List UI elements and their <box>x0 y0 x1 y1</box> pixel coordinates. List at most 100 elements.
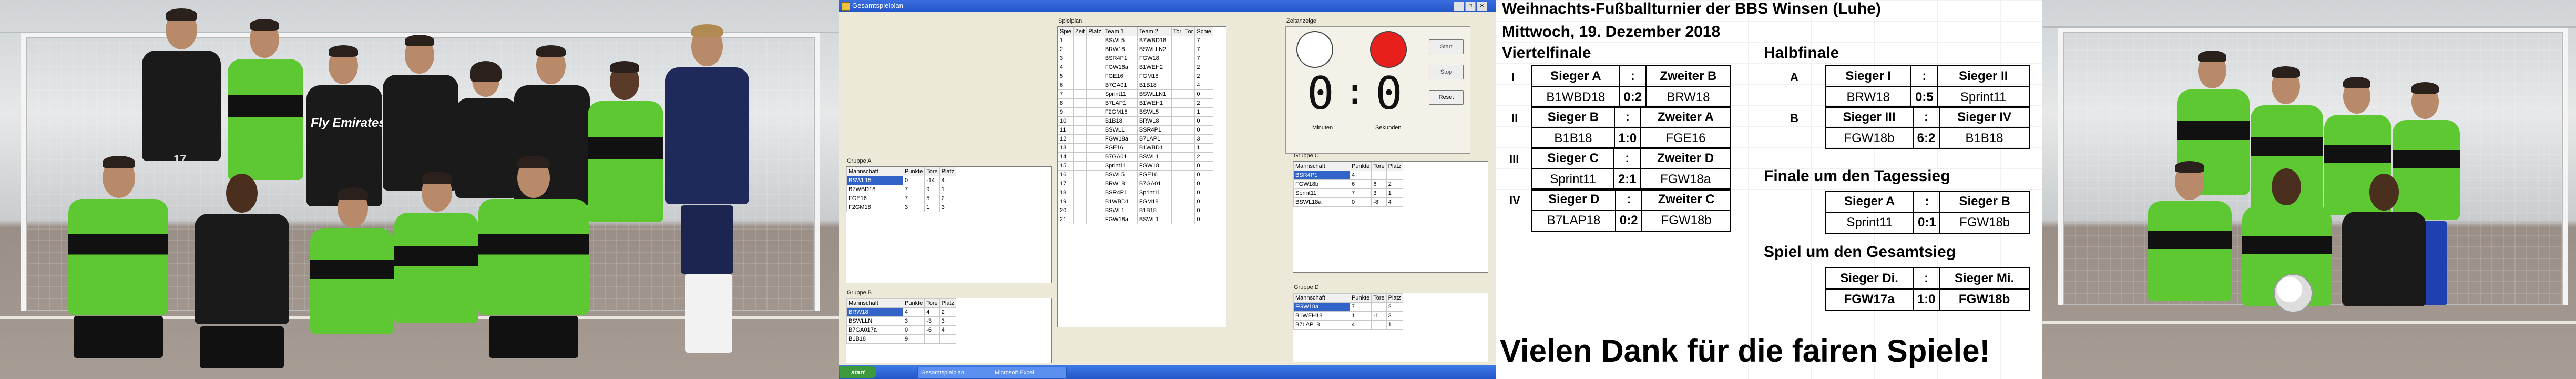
spielplan-cell[interactable] <box>1073 107 1087 117</box>
spielplan-row[interactable]: 17 BRW18 B7GA01 0 <box>1057 179 1213 188</box>
spielplan-cell[interactable] <box>1171 188 1184 197</box>
group-cell[interactable]: 3 <box>902 316 925 326</box>
group-cell[interactable]: 4 <box>939 176 957 185</box>
spielplan-cell[interactable]: BSR4P1 <box>1102 188 1138 197</box>
spielplan-cell[interactable]: 20 <box>1057 206 1074 215</box>
spielplan-cell[interactable] <box>1073 188 1087 197</box>
spielplan-cell[interactable]: BRW18 <box>1102 179 1138 188</box>
group-cell[interactable]: 5 <box>924 194 940 203</box>
spielplan-cell[interactable] <box>1073 161 1087 171</box>
group-row[interactable]: B1WEH18 1 -1 3 <box>1293 311 1404 321</box>
spielplan-cell[interactable] <box>1073 54 1087 63</box>
spielplan-cell[interactable]: B1WEH2 <box>1137 63 1172 72</box>
spielplan-cell[interactable] <box>1183 197 1195 206</box>
spielplan-cell[interactable]: BSWL1 <box>1102 125 1138 135</box>
spielplan-cell[interactable]: B1WEH1 <box>1137 98 1172 108</box>
spielplan-cell[interactable]: B7GA01 <box>1102 152 1138 162</box>
group-cell[interactable]: 2 <box>1386 179 1404 189</box>
spielplan-cell[interactable] <box>1183 98 1195 108</box>
group-col-header[interactable]: Punkte <box>902 298 925 308</box>
spielplan-cell[interactable]: 0 <box>1194 215 1213 224</box>
group-cell[interactable]: FGE16 <box>846 194 903 203</box>
group-row[interactable]: BSWL18a 0 -8 4 <box>1293 197 1404 207</box>
spielplan-cell[interactable]: FGW18a <box>1102 63 1138 72</box>
spielplan-cell[interactable]: 0 <box>1194 206 1213 215</box>
group-cell[interactable]: 0 <box>902 325 925 335</box>
stop-button[interactable]: Stop <box>1429 65 1464 79</box>
spielplan-cell[interactable]: 0 <box>1194 179 1213 188</box>
spielplan-cell[interactable] <box>1171 45 1184 54</box>
spielplan-cell[interactable] <box>1073 206 1087 215</box>
group-col-header[interactable]: Mannschaft <box>1293 162 1350 171</box>
spielplan-cell[interactable]: 4 <box>1057 63 1074 72</box>
group-cell[interactable]: BSWL15 <box>846 176 903 185</box>
reset-button[interactable]: Reset <box>1429 90 1464 105</box>
spielplan-cell[interactable]: B1WBD1 <box>1137 143 1172 153</box>
group-cell[interactable]: 7 <box>1349 302 1372 312</box>
spielplan-cell[interactable]: BRW18 <box>1137 116 1172 126</box>
group-cell[interactable]: 2 <box>1386 302 1404 312</box>
spielplan-cell[interactable]: 18 <box>1057 188 1074 197</box>
spielplan-cell[interactable]: FGE16 <box>1102 143 1138 153</box>
spielplan-cell[interactable] <box>1073 215 1087 224</box>
group-cell[interactable]: BSR4P1 <box>1293 171 1350 180</box>
group-row[interactable]: FGW18b 6 6 2 <box>1293 179 1404 189</box>
spielplan-cell[interactable] <box>1073 98 1087 108</box>
group-cell[interactable]: 1 <box>1349 311 1372 321</box>
col-header[interactable]: Platz <box>1086 27 1103 36</box>
spielplan-cell[interactable] <box>1073 36 1087 45</box>
spielplan-cell[interactable] <box>1171 134 1184 144</box>
group-row[interactable]: BSR4P1 4 <box>1293 171 1404 180</box>
spielplan-cell[interactable]: FGE16 <box>1102 72 1138 81</box>
spielplan-cell[interactable] <box>1183 72 1195 81</box>
spielplan-cell[interactable] <box>1073 116 1087 126</box>
spielplan-cell[interactable]: 12 <box>1057 134 1074 144</box>
spielplan-cell[interactable]: BSR4P1 <box>1137 125 1172 135</box>
spielplan-cell[interactable] <box>1086 72 1103 81</box>
spielplan-cell[interactable] <box>1171 72 1184 81</box>
spielplan-cell[interactable]: 16 <box>1057 170 1074 179</box>
spielplan-cell[interactable]: 1 <box>1057 36 1074 45</box>
spielplan-cell[interactable] <box>1171 206 1184 215</box>
group-cell[interactable]: 7 <box>1349 188 1372 198</box>
group-cell[interactable]: -1 <box>1371 311 1387 321</box>
group-col-header[interactable]: Platz <box>939 298 957 308</box>
spielplan-row[interactable]: 5 FGE16 FGM18 2 <box>1057 72 1213 81</box>
spielplan-cell[interactable]: 7 <box>1194 36 1213 45</box>
col-header[interactable]: Schie <box>1194 27 1213 36</box>
spielplan-cell[interactable]: 0 <box>1194 188 1213 197</box>
spielplan-cell[interactable]: F2GM18 <box>1102 107 1138 117</box>
spielplan-cell[interactable] <box>1171 54 1184 63</box>
spielplan-cell[interactable] <box>1073 143 1087 153</box>
group-cell[interactable]: 1 <box>1371 320 1387 330</box>
group-cell[interactable]: 0 <box>902 176 925 185</box>
group-col-header[interactable]: Tore <box>1371 162 1387 171</box>
group-cell[interactable]: 6 <box>1371 179 1387 189</box>
spielplan-cell[interactable] <box>1171 98 1184 108</box>
spielplan-row[interactable]: 15 Sprint11 FGW18 0 <box>1057 161 1213 171</box>
spielplan-cell[interactable]: B1WBD1 <box>1102 197 1138 206</box>
group-row[interactable]: F2GM18 3 1 3 <box>846 203 957 212</box>
spielplan-cell[interactable] <box>1183 54 1195 63</box>
spielplan-cell[interactable] <box>1171 125 1184 135</box>
spielplan-cell[interactable] <box>1183 125 1195 135</box>
group-row[interactable]: B7WBD18 7 9 1 <box>846 185 957 194</box>
spielplan-cell[interactable]: B1B18 <box>1102 116 1138 126</box>
spielplan-cell[interactable] <box>1073 72 1087 81</box>
spielplan-cell[interactable] <box>1183 134 1195 144</box>
group-cell[interactable]: 4 <box>939 325 957 335</box>
spielplan-cell[interactable]: 1 <box>1194 107 1213 117</box>
group-cell[interactable]: B1WEH18 <box>1293 311 1350 321</box>
group-cell[interactable]: FGW18b <box>1293 179 1350 189</box>
spielplan-cell[interactable] <box>1183 215 1195 224</box>
spielplan-cell[interactable]: 21 <box>1057 215 1074 224</box>
spielplan-row[interactable]: 21 FGW18a BSWL1 0 <box>1057 215 1213 224</box>
spielplan-cell[interactable]: B7GA01 <box>1102 81 1138 90</box>
spielplan-cell[interactable]: 5 <box>1057 72 1074 81</box>
group-row[interactable]: B1B18 9 <box>846 334 957 344</box>
group-cell[interactable]: -3 <box>924 316 940 326</box>
group-col-header[interactable]: Punkte <box>1349 162 1372 171</box>
spielplan-cell[interactable]: BSR4P1 <box>1102 54 1138 63</box>
close-icon[interactable]: ✕ <box>1477 2 1487 11</box>
group-row[interactable]: FGE16 7 5 2 <box>846 194 957 203</box>
